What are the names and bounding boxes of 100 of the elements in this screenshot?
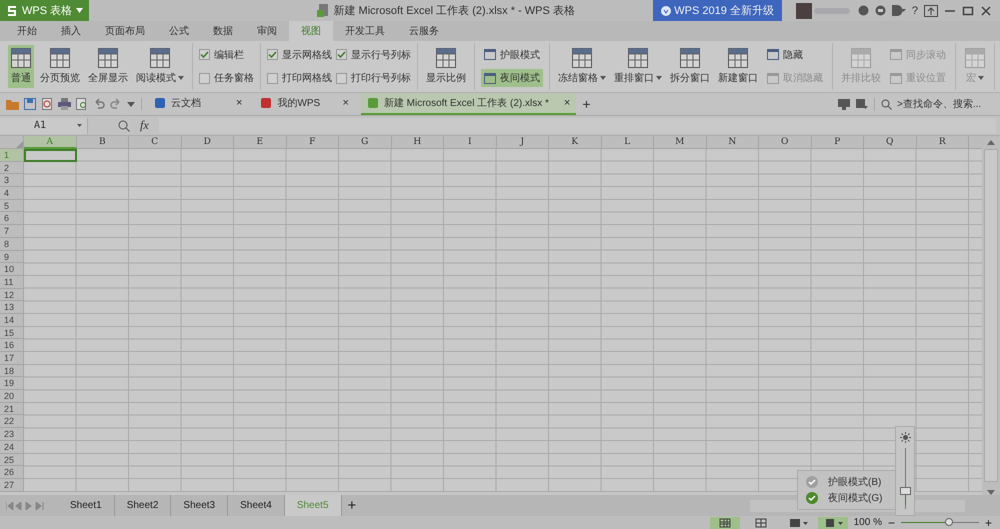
- row-header[interactable]: 2: [0, 162, 24, 174]
- row-header[interactable]: 3: [0, 174, 24, 188]
- row-header[interactable]: 22: [0, 415, 24, 428]
- print-icon[interactable]: [58, 98, 71, 110]
- ribbon-button[interactable]: 全屏显示: [86, 45, 130, 88]
- row-header[interactable]: 24: [0, 440, 24, 454]
- eye-mode-icon[interactable]: [818, 516, 848, 528]
- row-header[interactable]: 20: [0, 390, 24, 403]
- ribbon-tab[interactable]: 页面布局: [93, 21, 157, 41]
- column-header[interactable]: C: [129, 136, 182, 149]
- column-header[interactable]: I: [444, 136, 496, 149]
- help-button[interactable]: ?: [912, 4, 918, 16]
- column-header[interactable]: E: [234, 136, 286, 149]
- column-header[interactable]: J: [496, 136, 549, 149]
- row-header[interactable]: 9: [0, 250, 24, 264]
- ribbon-tab[interactable]: 公式: [157, 21, 201, 41]
- column-header[interactable]: F: [286, 136, 339, 149]
- row-header[interactable]: 17: [0, 352, 24, 365]
- document-tab[interactable]: 我的WPS ×: [254, 93, 355, 115]
- ribbon-button[interactable]: 分页预览: [38, 45, 82, 88]
- row-header[interactable]: 6: [0, 212, 24, 226]
- ribbon-tab[interactable]: 开发工具: [333, 21, 397, 41]
- function-button[interactable]: fx: [140, 118, 149, 133]
- column-header[interactable]: Q: [864, 136, 916, 149]
- checkbox[interactable]: 任务窗格: [199, 69, 254, 88]
- column-header[interactable]: K: [549, 136, 602, 149]
- ribbon-button[interactable]: 显示比例: [424, 45, 468, 88]
- undo-icon[interactable]: [93, 98, 105, 110]
- menu-item[interactable]: 护眼模式(B): [798, 474, 896, 490]
- ribbon-button[interactable]: 隐藏: [764, 46, 826, 64]
- ribbon-button[interactable]: 新建窗口: [716, 45, 760, 88]
- ribbon-button[interactable]: 阅读模式: [134, 45, 186, 88]
- row-header[interactable]: 8: [0, 238, 24, 250]
- ribbon-tab[interactable]: 云服务: [397, 21, 451, 41]
- ribbon-button[interactable]: 冻结窗格: [556, 45, 608, 88]
- close-tab-button[interactable]: ×: [342, 97, 349, 109]
- magnifier-icon[interactable]: [118, 120, 130, 132]
- normal-view-icon[interactable]: [710, 516, 740, 528]
- app-menu-button[interactable]: WPS 表格: [0, 0, 90, 21]
- document-tab[interactable]: 新建 Microsoft Excel 工作表 (2).xlsx * ×: [360, 93, 576, 115]
- scroll-up-icon[interactable]: [987, 140, 995, 145]
- ribbon-button[interactable]: 夜间模式: [481, 69, 543, 88]
- caret-icon[interactable]: [127, 102, 135, 106]
- row-header[interactable]: 14: [0, 314, 24, 327]
- avatar-icon[interactable]: [796, 2, 852, 18]
- document-tab[interactable]: 云文档 ×: [148, 93, 248, 115]
- ribbon-button[interactable]: 拆分窗口: [668, 45, 712, 88]
- row-header[interactable]: 13: [0, 301, 24, 314]
- checkbox[interactable]: 打印网格线: [267, 69, 332, 88]
- ribbon-tab[interactable]: 插入: [49, 21, 93, 41]
- close-tab-button[interactable]: ×: [564, 97, 570, 109]
- column-header[interactable]: B: [76, 136, 129, 149]
- ribbon-button[interactable]: 重排窗口: [612, 45, 664, 88]
- slider-thumb[interactable]: [900, 486, 910, 495]
- ribbon-button[interactable]: 普通: [8, 45, 34, 88]
- checkbox[interactable]: 显示网格线: [267, 46, 332, 64]
- close-icon[interactable]: [980, 4, 992, 16]
- add-sheet-button[interactable]: +: [342, 497, 362, 514]
- row-header[interactable]: 23: [0, 428, 24, 441]
- row-header[interactable]: 25: [0, 454, 24, 466]
- maximize-icon[interactable]: [962, 4, 974, 16]
- row-header[interactable]: 18: [0, 364, 24, 378]
- ribbon-tab[interactable]: 开始: [5, 21, 49, 41]
- row-header[interactable]: 12: [0, 288, 24, 302]
- zoom-in-button[interactable]: +: [984, 516, 992, 529]
- row-header[interactable]: 4: [0, 187, 24, 200]
- column-header[interactable]: O: [759, 136, 812, 149]
- row-header[interactable]: 21: [0, 402, 24, 416]
- column-header[interactable]: M: [654, 136, 706, 149]
- chat-icon[interactable]: [874, 5, 886, 16]
- column-header[interactable]: N: [706, 136, 759, 149]
- new-tab-button[interactable]: +: [582, 96, 591, 112]
- column-header[interactable]: R: [916, 136, 969, 149]
- menu-item[interactable]: 夜间模式(G): [798, 490, 896, 506]
- selected-cell[interactable]: [24, 149, 77, 162]
- slider-thumb[interactable]: [945, 518, 954, 526]
- column-header[interactable]: D: [182, 136, 234, 149]
- column-header[interactable]: G: [339, 136, 392, 149]
- checkbox[interactable]: 编辑栏: [199, 46, 254, 64]
- name-box[interactable]: A1: [0, 118, 88, 134]
- row-header[interactable]: 7: [0, 225, 24, 238]
- upgrade-button[interactable]: WPS 2019 全新升级: [653, 0, 782, 21]
- monitor-icon[interactable]: [838, 98, 850, 110]
- ribbon-button[interactable]: 护眼模式: [481, 46, 543, 64]
- save-icon[interactable]: [24, 98, 36, 110]
- row-header[interactable]: 5: [0, 200, 24, 212]
- checkbox[interactable]: 显示行号列标: [336, 46, 411, 64]
- column-header[interactable]: P: [812, 136, 864, 149]
- ribbon-tab[interactable]: 审阅: [245, 21, 289, 41]
- row-header[interactable]: 10: [0, 263, 24, 276]
- column-header[interactable]: H: [392, 136, 444, 149]
- column-header[interactable]: L: [602, 136, 654, 149]
- row-header[interactable]: 15: [0, 326, 24, 340]
- search-field[interactable]: >查找命令、搜索...: [874, 98, 994, 110]
- checkbox[interactable]: 打印行号列标: [336, 69, 411, 88]
- row-header[interactable]: 16: [0, 339, 24, 352]
- row-header[interactable]: 19: [0, 377, 24, 390]
- print-preview-icon[interactable]: [76, 98, 88, 110]
- ribbon-tab[interactable]: 数据: [201, 21, 245, 41]
- row-header[interactable]: 11: [0, 276, 24, 289]
